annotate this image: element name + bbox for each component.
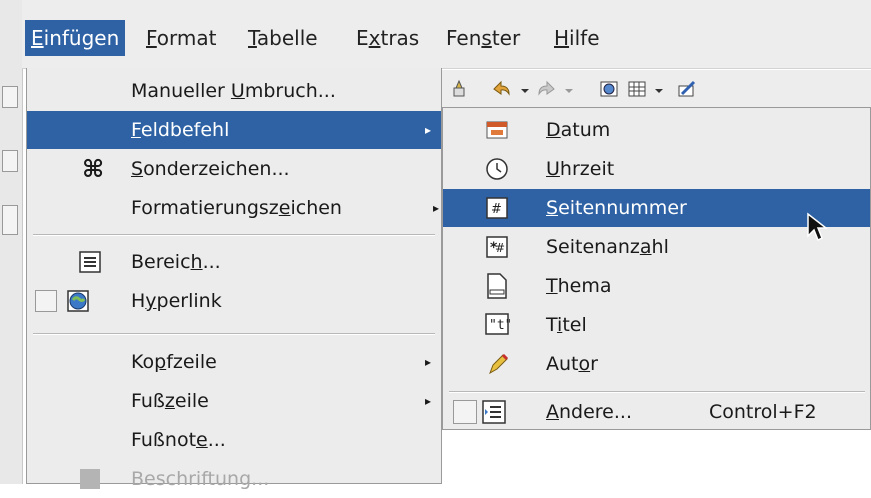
mouse-pointer-icon: [807, 212, 829, 242]
subject-document-icon: [487, 273, 507, 299]
menu-item-label: Beschriftung...: [131, 468, 270, 490]
submenu-item-autor[interactable]: Autor: [443, 345, 870, 383]
checkbox-indicator: [35, 290, 57, 312]
svg-text:#: #: [491, 202, 502, 217]
menu-format[interactable]: Format: [140, 20, 222, 56]
menu-item-label: Hyperlink: [131, 290, 222, 312]
submenu-arrow-icon: ▸: [424, 123, 431, 137]
navigator-icon[interactable]: [598, 78, 620, 100]
menu-item-label: Manueller Umbruch...: [131, 80, 336, 102]
menu-item-label: Kopfzeile: [131, 351, 217, 373]
submenu-item-datum[interactable]: Datum: [443, 111, 870, 149]
menu-item-bereich[interactable]: Bereich...: [27, 243, 441, 281]
menu-tabelle[interactable]: Tabelle: [242, 20, 324, 56]
shortcut-label: Control+F2: [709, 401, 817, 423]
menu-fenster[interactable]: Fenster: [440, 20, 526, 56]
submenu-item-label: Thema: [546, 275, 612, 297]
page-count-icon: * #: [486, 236, 508, 258]
menu-separator: [449, 391, 865, 393]
menu-item-label: Formatierungszeichen: [131, 197, 342, 219]
submenu-arrow-icon: ▸: [424, 394, 431, 408]
toolbar-partial: [440, 70, 871, 112]
menu-item-manueller-umbruch[interactable]: Manueller Umbruch...: [27, 72, 441, 110]
submenu-item-uhrzeit[interactable]: Uhrzeit: [443, 150, 870, 188]
background-widget: [2, 205, 18, 235]
other-fields-icon: [482, 400, 506, 424]
menu-extras[interactable]: Extras: [350, 20, 425, 56]
caption-icon: [80, 469, 100, 489]
submenu-arrow-icon: ▸: [424, 355, 431, 369]
menu-item-label: Feldbefehl: [131, 119, 230, 141]
menu-item-label: Bereich...: [131, 251, 221, 273]
insert-menu: Manueller Umbruch... Feldbefehl ▸ ⌘ Sond…: [26, 68, 442, 490]
submenu-arrow-icon: ▸: [432, 201, 439, 215]
menu-einfuegen[interactable]: Einfügen: [25, 20, 126, 56]
table-icon[interactable]: [626, 78, 648, 100]
submenu-item-label: Autor: [546, 353, 598, 375]
menu-item-feldbefehl[interactable]: Feldbefehl ▸: [27, 111, 441, 149]
clock-icon: [486, 158, 508, 180]
background-widget: [2, 86, 18, 108]
svg-text:#: #: [495, 241, 505, 255]
submenu-item-label: Andere...: [546, 401, 632, 423]
title-quote-icon: "t": [485, 313, 510, 335]
submenu-item-label: Datum: [546, 119, 611, 141]
menu-item-kopfzeile[interactable]: Kopfzeile ▸: [27, 343, 441, 381]
command-icon: ⌘: [82, 155, 105, 183]
submenu-item-label: Seitennummer: [546, 197, 687, 219]
section-icon: [79, 251, 101, 273]
menu-item-sonderzeichen[interactable]: ⌘ Sonderzeichen...: [27, 150, 441, 188]
menu-separator: [33, 234, 435, 236]
redo-dropdown-icon[interactable]: [562, 78, 576, 100]
checkbox-indicator: [453, 400, 477, 424]
page-number-icon: #: [486, 197, 508, 219]
draw-icon[interactable]: [676, 78, 698, 100]
submenu-item-label: Titel: [546, 314, 587, 336]
brush-icon[interactable]: [448, 78, 470, 100]
menu-item-hyperlink[interactable]: Hyperlink: [27, 282, 441, 320]
undo-dropdown-icon[interactable]: [518, 78, 532, 100]
hyperlink-globe-icon: [67, 290, 89, 312]
submenu-item-thema[interactable]: Thema: [443, 267, 870, 305]
background-widget: [2, 150, 18, 172]
author-pen-icon: [489, 353, 509, 375]
menu-hilfe[interactable]: Hilfe: [548, 20, 606, 56]
menu-item-label: Fußzeile: [131, 390, 209, 412]
menu-item-beschriftung: Beschriftung...: [27, 460, 441, 498]
menu-item-formatierungszeichen[interactable]: Formatierungszeichen ▸: [27, 189, 441, 227]
submenu-item-label: Uhrzeit: [546, 158, 615, 180]
field-submenu: Datum Uhrzeit # Seitennummer * # Seitena…: [442, 107, 871, 430]
redo-icon[interactable]: [536, 78, 558, 100]
menu-separator: [33, 333, 435, 335]
menu-item-fusszeile[interactable]: Fußzeile ▸: [27, 382, 441, 420]
svg-text:"t": "t": [489, 318, 510, 333]
menu-item-label: Fußnote...: [131, 429, 226, 451]
menu-item-fussnote[interactable]: Fußnote...: [27, 421, 441, 459]
submenu-item-andere[interactable]: Andere... Control+F2: [443, 394, 870, 430]
table-dropdown-icon[interactable]: [652, 78, 666, 100]
background-window-edge: [0, 0, 23, 484]
menu-item-label: Sonderzeichen...: [131, 158, 290, 180]
menu-bar: Einfügen Format Tabelle Extras Fenster H…: [22, 0, 871, 69]
submenu-item-label: Seitenanzahl: [546, 236, 669, 258]
calendar-icon: [486, 121, 508, 139]
undo-icon[interactable]: [490, 78, 512, 100]
document-area[interactable]: [440, 430, 871, 484]
submenu-item-titel[interactable]: "t" Titel: [443, 306, 870, 344]
